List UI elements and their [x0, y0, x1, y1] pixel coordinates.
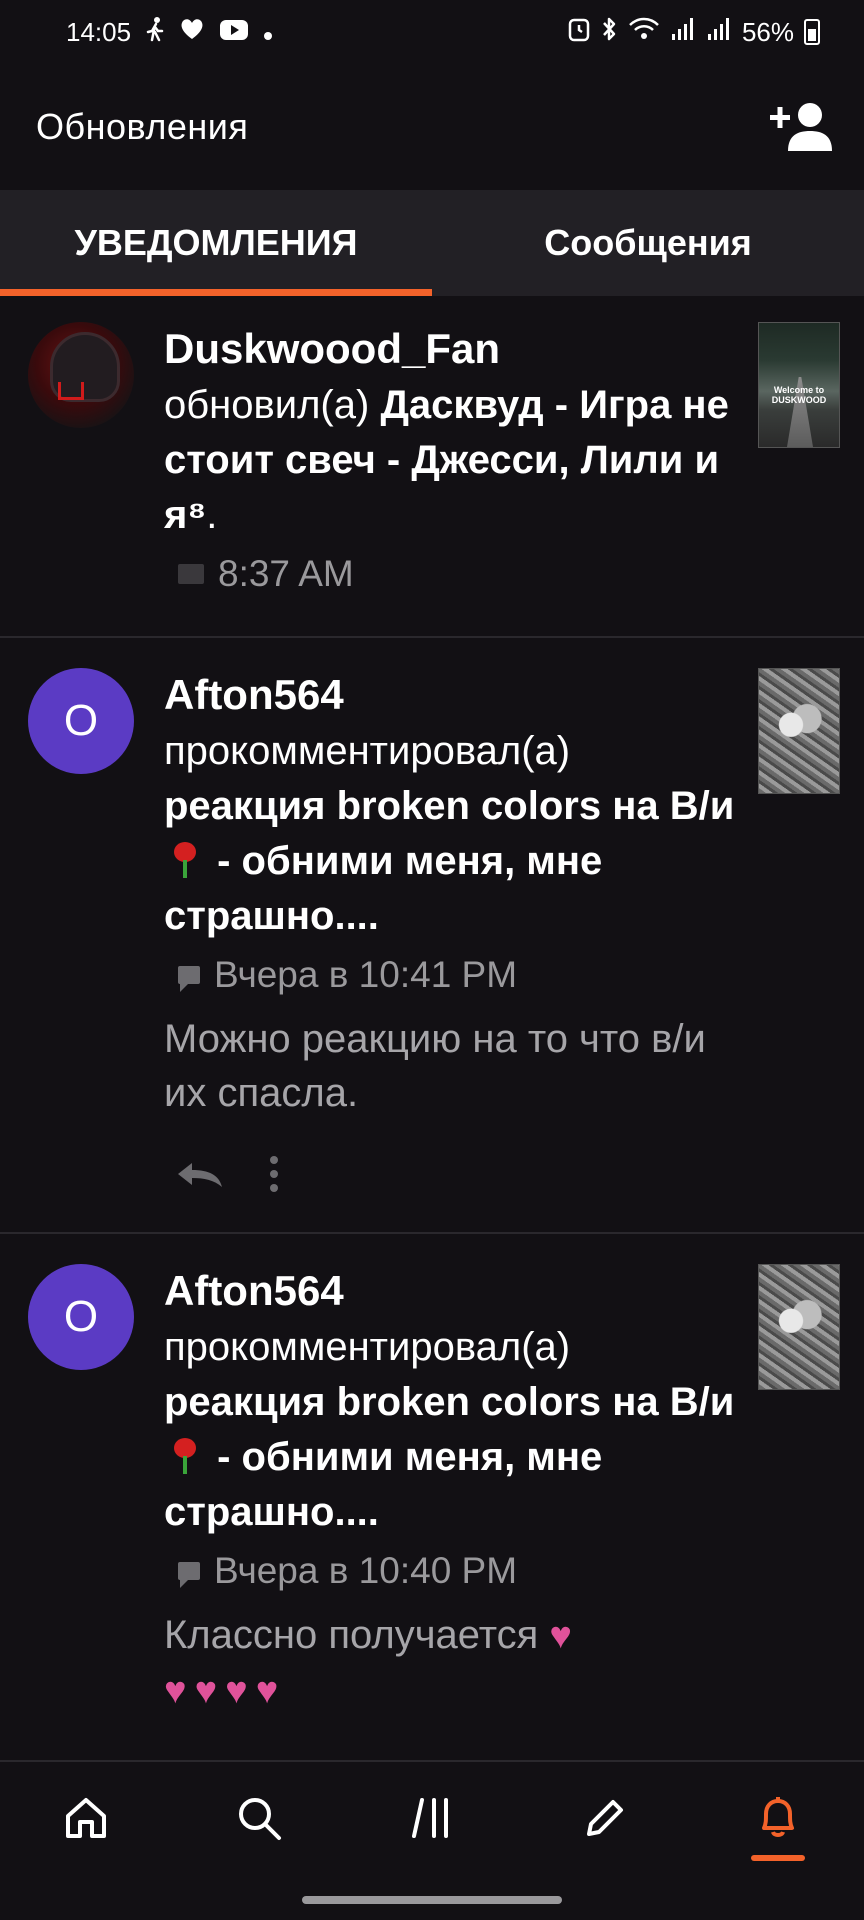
story-cover-thumbnail[interactable]	[758, 1264, 840, 1390]
youtube-icon	[219, 17, 249, 48]
timestamp: 8:37 AM	[218, 553, 354, 594]
battery-percent: 56%	[741, 16, 794, 47]
tab-messages[interactable]: Сообщения	[432, 190, 864, 296]
rose-emoji	[170, 840, 200, 880]
comment-icon	[178, 966, 200, 992]
reply-button[interactable]	[174, 1159, 224, 1194]
home-icon	[62, 1794, 110, 1847]
bottom-nav	[0, 1760, 864, 1878]
walking-icon	[145, 16, 165, 49]
reply-icon	[174, 1159, 224, 1194]
add-user-icon	[770, 103, 834, 159]
story-cover-thumbnail[interactable]: Welcome to DUSKWOOD	[758, 322, 840, 448]
comment-text: Классно получается ♥ ♥ ♥ ♥ ♥	[164, 1608, 738, 1718]
signal-icon	[706, 16, 732, 49]
tab-notifications-label: УВЕДОМЛЕНИЯ	[74, 222, 358, 263]
notification-item[interactable]: O Afton564 прокомментировал(а) реакция b…	[0, 1232, 864, 1760]
notification-item[interactable]: O Afton564 прокомментировал(а) реакция b…	[0, 636, 864, 1232]
rose-emoji	[170, 1436, 200, 1476]
timestamp: Вчера в 10:41 PM	[214, 954, 518, 995]
comment-actions	[174, 1146, 738, 1206]
signal-icon	[670, 16, 696, 49]
book-icon	[178, 564, 204, 584]
more-vertical-icon	[268, 1154, 280, 1199]
action-text: прокомментировал(а)	[164, 729, 571, 773]
heart-emoji: ♥	[225, 1670, 248, 1712]
action-text: прокомментировал(а)	[164, 1325, 571, 1369]
nav-notifications[interactable]	[723, 1775, 833, 1865]
cover-text: Welcome to DUSKWOOD	[771, 385, 827, 405]
meta-row: Вчера в 10:41 PM	[178, 948, 738, 1002]
battery-icon	[804, 19, 820, 45]
username[interactable]: Duskwoood_Fan	[164, 325, 500, 372]
story-title[interactable]: реакция broken colors на В/и - обними ме…	[164, 784, 734, 938]
alarm-icon	[568, 16, 590, 49]
comment-icon	[178, 1562, 200, 1588]
avatar-letter: O	[63, 696, 99, 745]
title-suffix: .	[206, 493, 218, 537]
avatar[interactable]: O	[28, 668, 134, 774]
story-cover-thumbnail[interactable]	[758, 668, 840, 794]
timestamp: Вчера в 10:40 PM	[214, 1550, 518, 1591]
notification-item[interactable]: Duskwoood_Fan обновил(а) Дасквуд - Игра …	[0, 296, 864, 636]
story-title[interactable]: реакция broken colors на В/и - обними ме…	[164, 1380, 734, 1534]
status-time: 14:05	[66, 16, 132, 47]
more-options-button[interactable]	[268, 1154, 280, 1199]
tab-bar: УВЕДОМЛЕНИЯ Сообщения	[0, 190, 864, 296]
heart-icon	[179, 17, 205, 48]
meta-row: 8:37 AM	[178, 547, 738, 601]
avatar[interactable]	[28, 322, 134, 428]
screen: 14:05 56% Обновления УВЕДОМЛЕНИЯ Сообщен…	[0, 0, 864, 1920]
bell-icon	[754, 1794, 802, 1847]
nav-write[interactable]	[550, 1775, 660, 1865]
app-bar: Обновления	[0, 64, 864, 190]
bluetooth-icon	[600, 16, 618, 49]
wifi-icon	[628, 16, 660, 49]
avatar-letter: O	[63, 1292, 99, 1341]
page-title: Обновления	[36, 106, 249, 147]
add-user-button[interactable]	[770, 99, 834, 155]
nav-library[interactable]	[377, 1775, 487, 1865]
tab-notifications[interactable]: УВЕДОМЛЕНИЯ	[0, 190, 432, 296]
action-text: обновил(а)	[164, 383, 370, 427]
home-indicator[interactable]	[302, 1896, 562, 1904]
avatar[interactable]: O	[28, 1264, 134, 1370]
username[interactable]: Afton564	[164, 1267, 344, 1314]
search-icon	[235, 1794, 283, 1847]
dot-icon	[263, 17, 273, 48]
username[interactable]: Afton564	[164, 671, 344, 718]
heart-emoji: ♥	[194, 1670, 218, 1712]
heart-emoji: ♥	[164, 1670, 187, 1712]
meta-row: Вчера в 10:40 PM	[178, 1544, 738, 1598]
library-icon	[408, 1794, 456, 1847]
nav-search[interactable]	[204, 1775, 314, 1865]
heart-emoji: ♥	[549, 1615, 572, 1657]
notification-list: Duskwoood_Fan обновил(а) Дасквуд - Игра …	[0, 296, 864, 1760]
nav-home[interactable]	[31, 1775, 141, 1865]
status-bar: 14:05 56%	[0, 0, 864, 64]
comment-text: Можно реакцию на то что в/и их спасла.	[164, 1017, 706, 1115]
tab-messages-label: Сообщения	[544, 222, 752, 263]
write-icon	[581, 1794, 629, 1847]
heart-emoji: ♥	[255, 1670, 279, 1712]
